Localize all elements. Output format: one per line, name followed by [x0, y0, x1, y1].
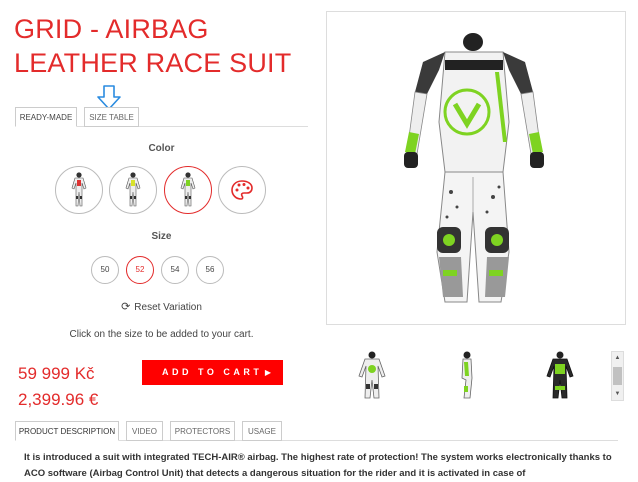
- size-option-56[interactable]: 56: [196, 256, 224, 284]
- reset-variation-label: Reset Variation: [134, 302, 202, 313]
- tab-ready-made[interactable]: READY-MADE: [15, 107, 77, 127]
- tab-product-description[interactable]: PRODUCT DESCRIPTION: [15, 421, 119, 441]
- color-swatch-custom[interactable]: [218, 166, 266, 214]
- tab-size-table[interactable]: SIZE TABLE: [84, 107, 139, 127]
- product-title: GRID - AIRBAG LEATHER RACE SUIT: [14, 14, 292, 78]
- color-swatch-red-white[interactable]: [55, 166, 103, 214]
- thumbnail-scrollbar[interactable]: ▲ ▼: [611, 351, 624, 401]
- size-hint: Click on the size to be added to your ca…: [69, 329, 254, 340]
- suit-yellow-icon: [125, 172, 141, 207]
- suit-green-icon: [180, 172, 196, 207]
- product-detail-tabs: PRODUCT DESCRIPTION VIDEO PROTECTORS USA…: [15, 421, 618, 441]
- scroll-up-icon[interactable]: ▲: [612, 352, 623, 364]
- refresh-icon: ⟳: [121, 301, 131, 313]
- color-label: Color: [148, 143, 175, 154]
- size-option-54[interactable]: 54: [161, 256, 189, 284]
- size-option-52[interactable]: 52: [126, 256, 154, 284]
- size-label: Size: [151, 231, 172, 242]
- product-main-image[interactable]: [326, 11, 626, 325]
- add-to-cart-label: ADD TO CART: [162, 367, 263, 377]
- suit-back-thumbnail[interactable]: [540, 350, 580, 402]
- chevron-right-icon: ▶: [264, 368, 271, 377]
- add-to-cart-button[interactable]: ADD TO CART ▶: [142, 360, 283, 385]
- variation-tabs: READY-MADE SIZE TABLE: [15, 107, 308, 127]
- reset-variation-link[interactable]: ⟳ Reset Variation: [15, 300, 308, 313]
- price-czk: 59 999 Kč: [18, 364, 95, 383]
- suit-front-thumbnail[interactable]: [352, 350, 392, 402]
- suit-side-thumbnail[interactable]: [446, 350, 486, 402]
- price-eur: 2,399.96 €: [18, 390, 99, 409]
- suit-red-icon: [71, 172, 87, 207]
- scroll-thumb[interactable]: [613, 367, 622, 385]
- tab-protectors[interactable]: PROTECTORS: [170, 421, 235, 441]
- size-option-50[interactable]: 50: [91, 256, 119, 284]
- tab-usage[interactable]: USAGE: [242, 421, 282, 441]
- leather-suit-image: [404, 33, 544, 303]
- color-swatch-yellow-white[interactable]: [109, 166, 157, 214]
- scroll-down-icon[interactable]: ▼: [612, 388, 623, 400]
- color-swatch-green-white[interactable]: [164, 166, 212, 214]
- product-description-text: It is introduced a suit with integrated …: [24, 452, 612, 479]
- tab-video[interactable]: VIDEO: [126, 421, 163, 441]
- palette-icon: [231, 180, 253, 200]
